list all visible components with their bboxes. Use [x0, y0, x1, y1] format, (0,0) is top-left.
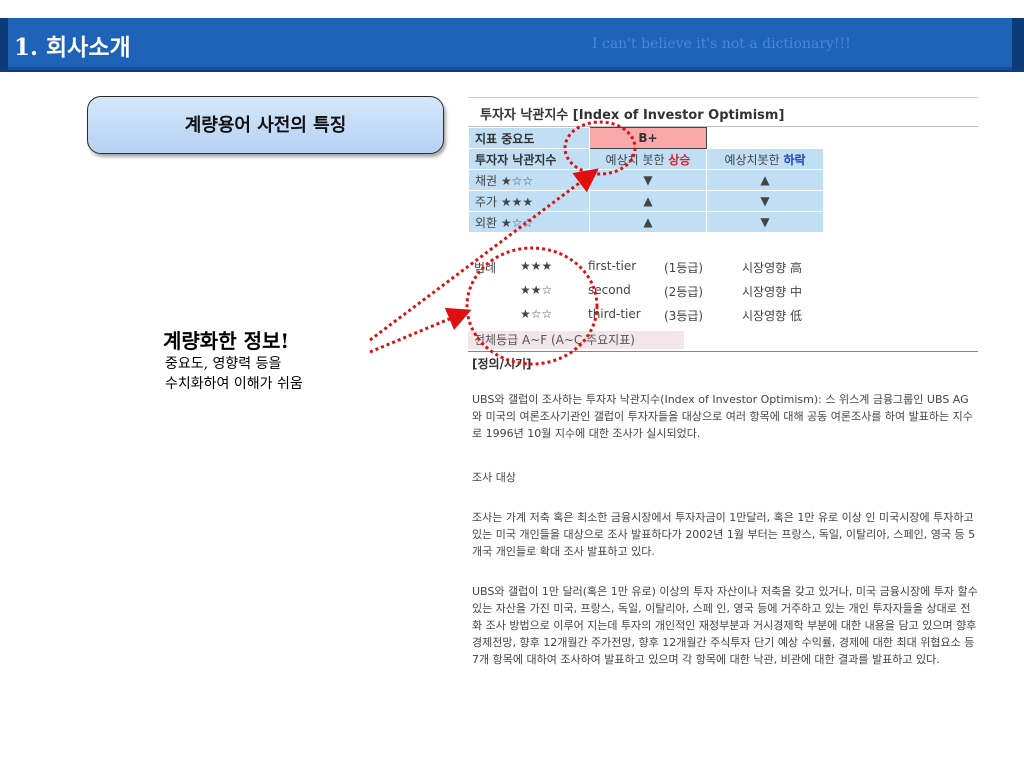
legend-impact: 시장영향 低 — [742, 309, 802, 323]
row-label-fx: 외환 ★☆☆ — [468, 211, 590, 233]
header-left-accent — [0, 18, 8, 70]
table-row: 채권 ★☆☆ ▼ ▲ — [468, 169, 824, 191]
legend-impact: 시장영향 中 — [742, 285, 802, 299]
indicator-table: 지표 중요도 B+ 투자자 낙관지수 예상치 봇한 상승 예상치봇한 하락 채권… — [468, 127, 824, 233]
header-right-accent — [1012, 18, 1024, 70]
legend-tier: second — [588, 283, 631, 297]
importance-label: 지표 중요도 — [468, 127, 590, 149]
feature-box: 계량용어 사전의 특징 — [87, 96, 444, 154]
table-header-row: 투자자 낙관지수 예상치 봇한 상승 예상치봇한 하락 — [468, 148, 824, 170]
arrow-to-legend — [369, 307, 472, 354]
table-head-col1: 투자자 낙관지수 — [468, 148, 590, 170]
legend-tier: first-tier — [588, 259, 637, 273]
legend-label: 범례 — [474, 261, 497, 275]
callout-desc-line1: 중요도, 영향력 등을 — [165, 356, 282, 372]
row-up-fx: ▲ — [589, 211, 707, 233]
table-row: 외환 ★☆☆ ▲ ▼ — [468, 211, 824, 233]
importance-row: 지표 중요도 B+ — [468, 127, 824, 149]
legend-tier: third-tier — [588, 307, 641, 321]
row-down-stock: ▼ — [706, 190, 824, 212]
definition-paragraph-4: UBS와 갤럽이 1만 달러(혹은 1만 유로) 이상의 투자 자산이나 저축을… — [472, 585, 978, 666]
row-up-bond: ▼ — [589, 169, 707, 191]
entry-heading: 투자자 낙관지수 [Index of Investor Optimism] — [480, 108, 785, 123]
legend-stars: ★★☆ — [520, 283, 553, 297]
definition-section-bar: [정의/시기] — [468, 351, 978, 374]
feature-box-label: 계량용어 사전의 특징 — [184, 115, 347, 136]
definition-paragraph-3: 조사는 가계 저축 혹은 최소한 금융시장에서 투자자금이 1만달러, 혹은 1… — [472, 511, 976, 558]
legend-stars: ★★★ — [520, 259, 553, 273]
definition-paragraph-1: UBS와 갤럽이 조사하는 투자자 낙관지수(Index of Investor… — [472, 393, 973, 440]
row-down-fx: ▼ — [706, 211, 824, 233]
overall-grade-note: 전체등급 A~F (A~C 주요지표) — [468, 331, 684, 349]
legend-stars: ★☆☆ — [520, 307, 553, 321]
legend-grade: (1등급) — [664, 261, 704, 275]
row-down-bond: ▲ — [706, 169, 824, 191]
definition-paragraph-2: 조사 대상 — [472, 471, 516, 484]
legend-grade: (3등급) — [664, 309, 704, 323]
row-label-bond: 채권 ★☆☆ — [468, 169, 590, 191]
legend-grade: (2등급) — [664, 285, 704, 299]
page-title: 1. 회사소개 — [14, 34, 131, 61]
table-row: 주가 ★★★ ▲ ▼ — [468, 190, 824, 212]
table-head-rise: 예상치 봇한 상승 — [589, 148, 707, 170]
header-bar: 1. 회사소개 I can't believe it's not a dicti… — [0, 18, 1024, 72]
header-tagline: I can't believe it's not a dictionary!!! — [592, 36, 851, 52]
row-up-stock: ▲ — [589, 190, 707, 212]
table-head-fall: 예상치봇한 하락 — [706, 148, 824, 170]
dictionary-entry-panel: 투자자 낙관지수 [Index of Investor Optimism] 지표… — [468, 97, 980, 727]
entry-heading-bar: 투자자 낙관지수 [Index of Investor Optimism] — [468, 97, 978, 127]
definition-label: [정의/시기] — [472, 357, 532, 371]
grade-cell: B+ — [589, 127, 707, 149]
callout-desc-line2: 수치화하여 이해가 쉬움 — [165, 376, 303, 392]
legend-impact: 시장영향 高 — [742, 261, 802, 275]
row-label-stock: 주가 ★★★ — [468, 190, 590, 212]
callout-title: 계량화한 정보! — [163, 329, 290, 353]
